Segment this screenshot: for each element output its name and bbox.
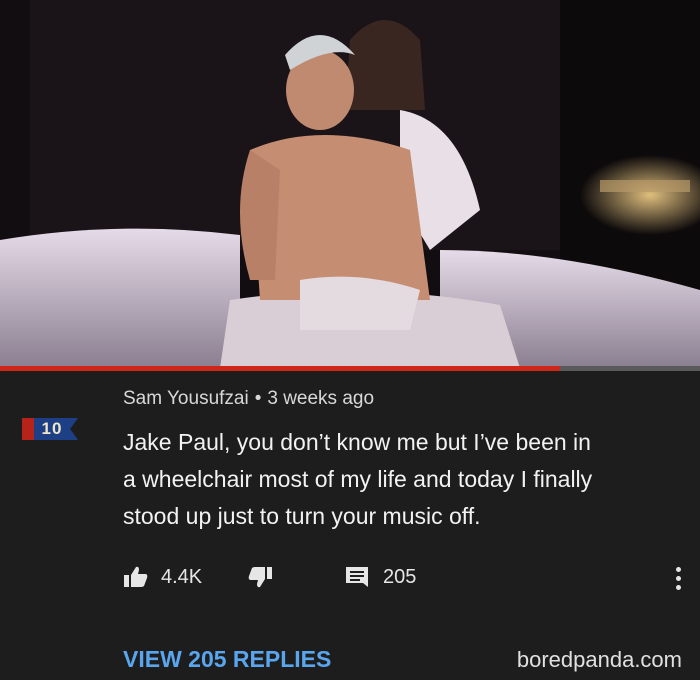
thumbs-down-icon[interactable] — [247, 566, 273, 593]
video-progress-fill — [0, 366, 560, 371]
comment-line: stood up just to turn your music off. — [123, 503, 481, 529]
video-frame[interactable] — [0, 0, 700, 368]
video-still-image — [0, 0, 700, 368]
comment-text: Jake Paul, you don’t know me but I’ve be… — [123, 424, 683, 535]
avatar-number: 10 — [41, 419, 63, 438]
video-progress-bar[interactable] — [0, 366, 700, 371]
like-count: 4.4K — [161, 566, 203, 588]
comment-meta: Sam Yousufzai • 3 weeks ago — [123, 388, 374, 410]
comment-icon[interactable] — [345, 566, 369, 593]
more-vert-icon[interactable] — [671, 564, 685, 594]
comment-line: Jake Paul, you don’t know me but I’ve be… — [123, 429, 591, 455]
watermark-text: boredpanda.com — [516, 647, 682, 672]
comment-line: a wheelchair most of my life and today I… — [123, 466, 593, 492]
comment-author[interactable]: Sam Yousufzai — [123, 388, 249, 409]
meta-separator: • — [254, 388, 262, 409]
author-avatar[interactable]: 10 — [22, 418, 84, 440]
reply-count: 205 — [383, 566, 417, 588]
thumbs-up-icon[interactable] — [123, 566, 149, 593]
comment-time[interactable]: 3 weeks ago — [267, 388, 374, 409]
comment-actions: 4.4K 205 — [123, 562, 683, 594]
view-replies-link[interactable]: VIEW 205 REPLIES — [123, 646, 331, 673]
